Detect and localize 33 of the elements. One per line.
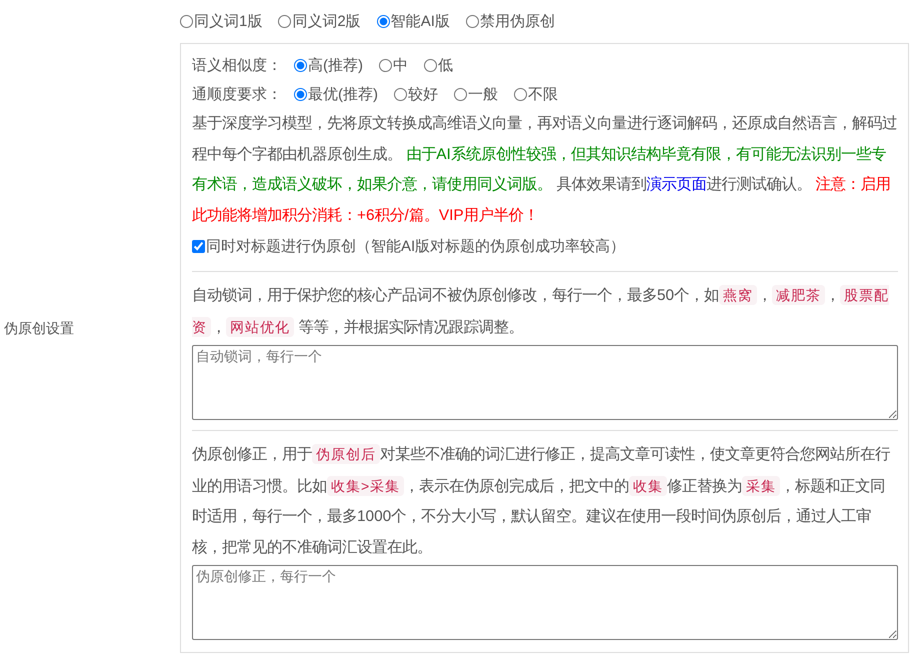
radio-label[interactable]: 高(推荐) [308,56,363,75]
demo-link[interactable]: 演示页面 [646,176,706,193]
radio-button[interactable] [514,88,527,101]
radio-label[interactable]: 一般 [468,85,498,104]
radio-button[interactable] [424,59,437,72]
radio-button[interactable] [379,59,392,72]
radio-label[interactable]: 低 [438,56,453,75]
description-paragraph: 基于深度学习模型，先将原文转换成高维语义向量，再对语义向量进行逐词解码，还原成自然语言，解码过程中每个字都由机器原创生成。 由于AI系统原创性较强，但其知识结构毕竟有限，有可能无法识别一些专有术语，造成语义破坏，如果介意，请使用同义词版。 具体效果请到演示页面进行测试确认。 注意：启用此功能将增加积分消耗：+6积分/篇。VIP用户半价！ [192,114,898,226]
radio-button[interactable] [294,59,307,72]
checkbox-label[interactable]: 同时对标题进行伪原创（智能AI版对标题的伪原创成功率较高） [206,236,626,256]
option-label: 通顺度要求： [192,85,282,104]
radio-button[interactable] [376,15,390,28]
radio-label[interactable]: 较好 [408,85,438,104]
description-paragraph: 伪原创修正，用于 伪原创后 对某些不准确的词汇进行修正，提高文章可读性，使文章更符合您网站所在行业的用语习惯。比如 收集>采集 ，表示在伪原创完成后，把文中的 收集 修正替换为 采集 ，标题和正文同时适用，每行一个，最多1000个，不分大小写，默认留空。建议在使用一段时间伪原创后，通过人工审核，把常见的不准确词汇设置在此。 [192,443,891,558]
radio-button[interactable] [466,15,479,28]
radio-button[interactable] [278,15,292,28]
radio-label[interactable]: 不限 [528,85,558,104]
radio-button[interactable] [454,88,467,101]
radio-label[interactable]: 智能AI版 [390,12,450,31]
description-paragraph: 自动锁词，用于保护您的核心产品词不被伪原创修改，每行一个，最多50个，如 燕窝 ， 减肥茶 ， 股票配资 ， 网站优化 等等，并根据实际情况跟踪调整。 [192,284,890,338]
input-field[interactable]: 自动锁词，每行一个 [192,345,898,420]
input-field[interactable]: 伪原创修正，每行一个 [192,565,898,640]
section-label: 伪原创设置 [4,320,74,338]
option-label: 语义相似度： [192,56,282,75]
radio-label[interactable]: 同义词1版 [194,12,262,31]
radio-label[interactable]: 禁用伪原创 [480,12,555,31]
checkbox[interactable] [192,240,205,252]
radio-button[interactable] [394,88,407,101]
radio-button[interactable] [294,88,307,101]
radio-label[interactable]: 最优(推荐) [308,85,378,104]
radio-label[interactable]: 同义词2版 [292,12,361,31]
radio-label[interactable]: 中 [393,56,408,75]
radio-button[interactable] [180,15,193,28]
